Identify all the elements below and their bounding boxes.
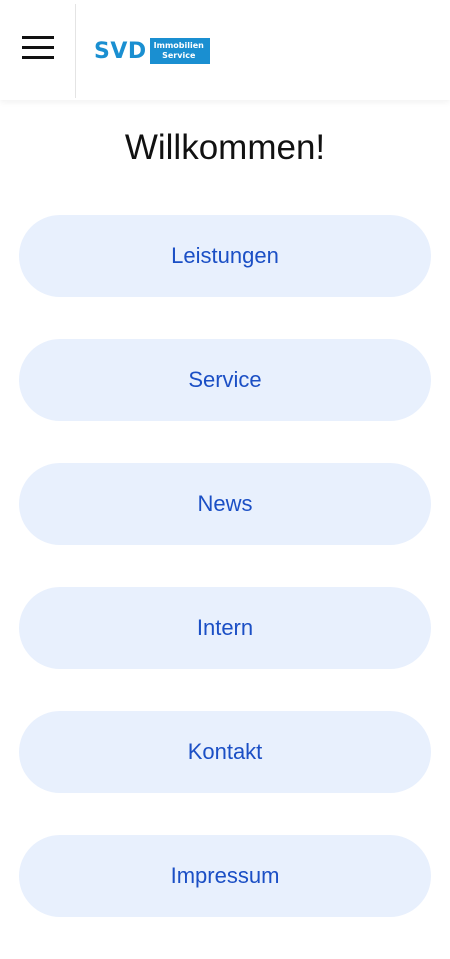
hamburger-menu-icon <box>22 36 54 66</box>
logo-box-line1: Immobilien <box>153 41 204 50</box>
logo-box: Immobilien Service <box>149 38 210 64</box>
svd-logo[interactable]: SVD Immobilien Service <box>94 34 210 68</box>
kontakt-button[interactable]: Kontakt <box>19 711 431 793</box>
app-bar: SVD Immobilien Service <box>0 0 450 100</box>
app-bar-divider <box>75 4 76 98</box>
leistungen-button[interactable]: Leistungen <box>19 215 431 297</box>
logo-box-line2: Service <box>162 51 196 60</box>
page-title: Willkommen! <box>124 128 326 167</box>
news-button[interactable]: News <box>19 463 431 545</box>
logo-text: SVD <box>94 38 147 64</box>
intern-button[interactable]: Intern <box>19 587 431 669</box>
service-button[interactable]: Service <box>19 339 431 421</box>
menu-button[interactable] <box>14 30 62 72</box>
impressum-button[interactable]: Impressum <box>19 835 431 917</box>
nav-list: Leistungen Service News Intern Kontakt I… <box>19 215 431 959</box>
